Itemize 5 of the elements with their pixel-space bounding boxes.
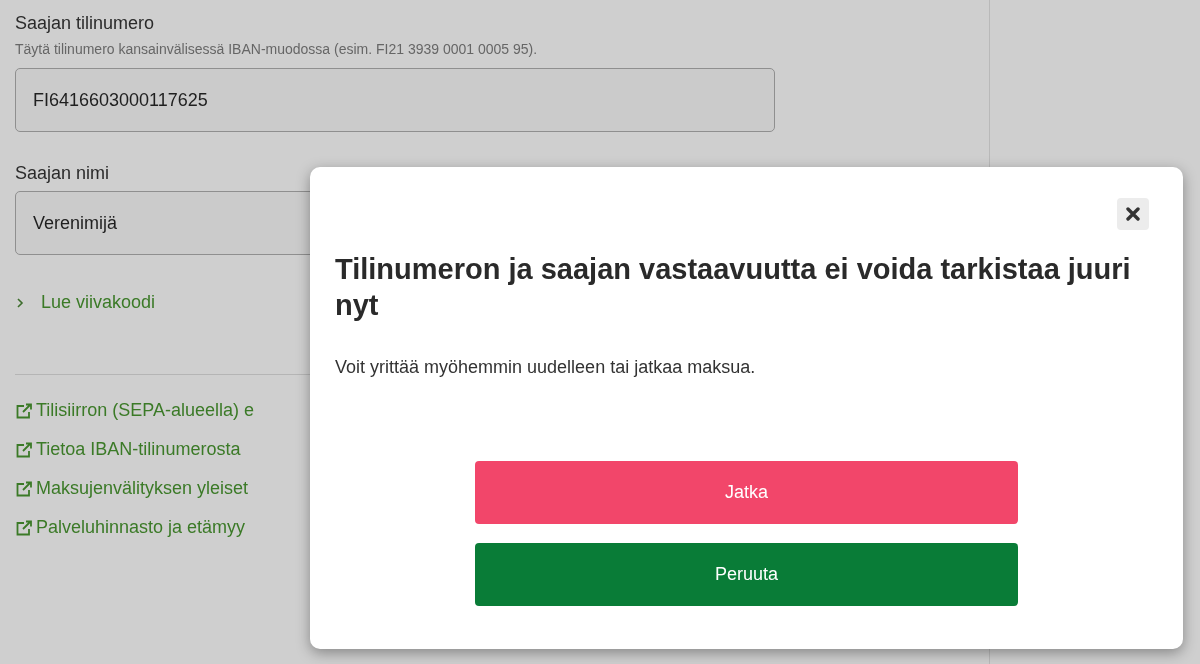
dialog-message: Voit yrittää myöhemmin uudelleen tai jatkaa maksua. [335, 355, 757, 379]
field-label: Saajan nimi [15, 162, 111, 185]
field-hint: Täytä tilinumero kansainvälisessä IBAN-muodossa (esim. FI21 3939 0001 0005 95). [15, 40, 539, 59]
dialog-title: Tilinumeron ja saajan vastaavuutta ei voida tarkistaa juuri nyt [335, 252, 1132, 324]
field-label: Saajan tilinumero [15, 12, 156, 35]
